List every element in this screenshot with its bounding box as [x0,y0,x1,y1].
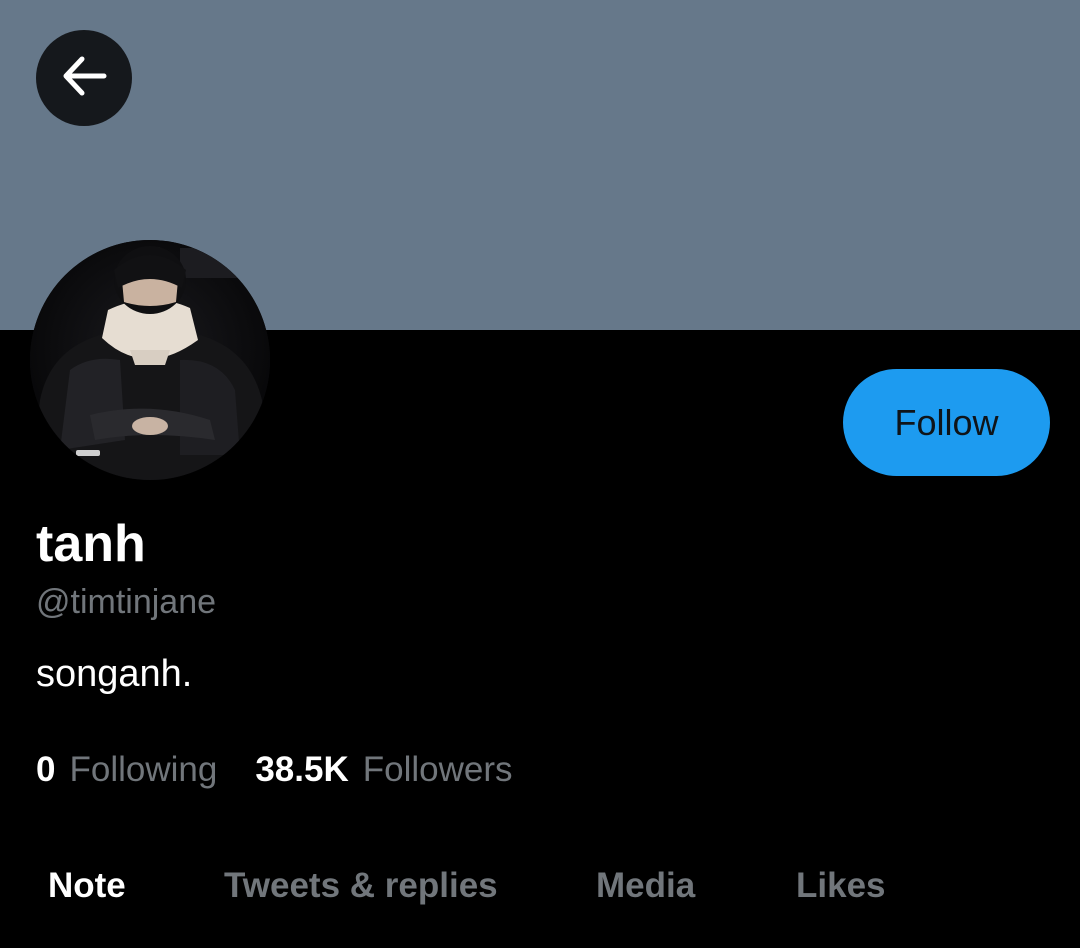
display-name: tanh [36,515,146,573]
profile-stats: 0 Following 38.5K Followers [36,746,551,794]
profile-page: Follow tanh @timtinjane songanh. 0 Follo… [0,0,1080,948]
followers-label: Followers [362,750,513,789]
follow-button[interactable]: Follow [843,369,1050,476]
back-button[interactable] [36,30,132,126]
following-count: 0 [36,750,56,789]
avatar[interactable] [30,240,270,480]
profile-bio: songanh. [36,653,193,695]
profile-tabs: Note Tweets & replies Media Likes [0,858,1080,918]
tab-likes[interactable]: Likes [796,858,886,914]
username-handle: @timtinjane [36,583,217,621]
following-label: Following [69,750,218,789]
followers-count: 38.5K [255,750,349,789]
tab-note[interactable]: Note [48,858,126,914]
following-stat[interactable]: 0 Following [36,746,217,794]
tab-tweets-and-replies[interactable]: Tweets & replies [224,858,498,914]
tab-media[interactable]: Media [596,858,695,914]
followers-stat[interactable]: 38.5K Followers [255,746,512,794]
arrow-left-icon [58,50,110,107]
